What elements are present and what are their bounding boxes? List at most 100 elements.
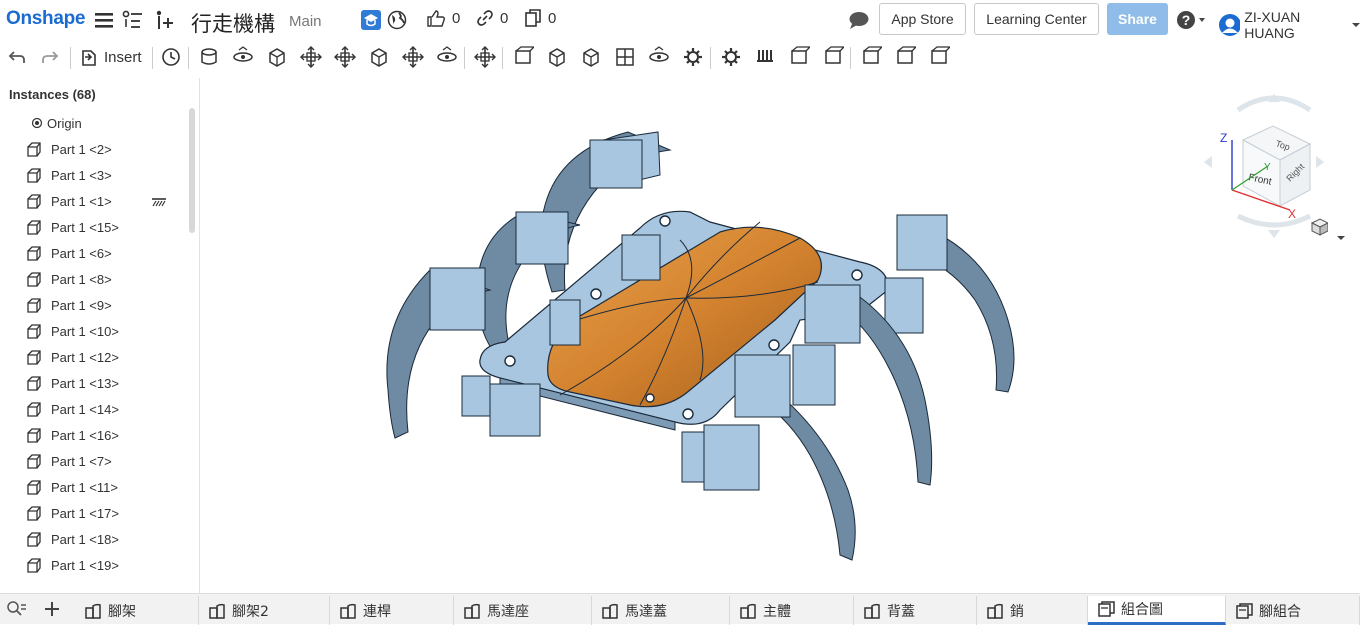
part-studio-icon	[340, 603, 358, 619]
linear-pattern-icon[interactable]	[580, 46, 602, 68]
tab-part-studio[interactable]: 腳架2	[199, 596, 330, 625]
hamburger-menu-icon[interactable]	[93, 9, 115, 31]
measure-icon[interactable]	[860, 46, 882, 68]
view-cube-menu-icon[interactable]	[1310, 218, 1330, 236]
instance-row[interactable]: Part 1 <18>	[0, 526, 190, 552]
rack-relation-icon[interactable]	[754, 46, 776, 68]
parallel-mate-icon[interactable]	[436, 46, 458, 68]
instance-row[interactable]: Part 1 <19>	[0, 552, 190, 578]
tab-part-studio[interactable]: 連桿	[330, 596, 454, 625]
instance-row[interactable]: Part 1 <7>	[0, 448, 190, 474]
comments-icon[interactable]	[848, 9, 870, 31]
tab-part-studio[interactable]: 主體	[730, 596, 854, 625]
insert-icon	[82, 50, 96, 66]
cylindrical-mate-icon[interactable]	[334, 46, 356, 68]
group-icon[interactable]	[512, 46, 534, 68]
likes-counter[interactable]: 0	[426, 9, 460, 27]
part-studio-icon	[602, 603, 620, 619]
tab-part-studio[interactable]: 馬達座	[454, 596, 592, 625]
add-tab-icon[interactable]	[43, 600, 61, 623]
tab-assembly[interactable]: 組合圖	[1088, 596, 1226, 625]
instance-row[interactable]: Part 1 <12>	[0, 344, 190, 370]
instances-scrollbar[interactable]	[189, 108, 195, 233]
instance-row[interactable]: Part 1 <3>	[0, 162, 190, 188]
branch-name[interactable]: Main	[289, 13, 322, 30]
section-view-icon[interactable]	[894, 46, 916, 68]
motor-mount-back[interactable]	[621, 234, 661, 281]
tab-part-studio[interactable]: 銷	[977, 596, 1088, 625]
part-icon	[26, 193, 42, 209]
instance-row[interactable]: Part 1 <15>	[0, 214, 190, 240]
instance-row[interactable]: Part 1 <16>	[0, 422, 190, 448]
instance-row[interactable]: Part 1 <6>	[0, 240, 190, 266]
instance-row[interactable]: Part 1 <2>	[0, 136, 190, 162]
view-cube[interactable]: Top Front Right Z X Y	[1198, 88, 1330, 238]
user-menu[interactable]: ZI-XUAN HUANG	[1218, 9, 1360, 41]
feature-list-icon[interactable]	[122, 9, 144, 31]
planar-mate-icon[interactable]	[300, 46, 322, 68]
instance-row[interactable]: Part 1 <10>	[0, 318, 190, 344]
app-store-button[interactable]: App Store	[879, 3, 966, 35]
tab-label: 腳架2	[232, 603, 269, 620]
assembly-toolbar: Insert	[0, 38, 1360, 372]
instance-label: Part 1 <15>	[51, 219, 119, 235]
tab-assembly[interactable]: 腳組合	[1226, 596, 1360, 625]
assembly-model[interactable]	[201, 78, 1360, 593]
part-icon	[26, 479, 42, 495]
insert-button[interactable]: Insert	[80, 47, 142, 67]
view-menu-chevron-icon[interactable]	[1336, 228, 1346, 246]
rotate-right-arrow[interactable]	[1316, 156, 1324, 168]
orientation-cube[interactable]: Top Front Right	[1241, 125, 1312, 207]
part-studio-icon	[864, 603, 882, 619]
circular-pattern-icon[interactable]	[614, 46, 636, 68]
instance-row[interactable]: Part 1 <11>	[0, 474, 190, 500]
gear-relation-icon[interactable]	[720, 46, 742, 68]
tab-part-studio[interactable]: 背蓋	[854, 596, 977, 625]
fastened-mate-icon[interactable]	[198, 46, 220, 68]
named-positions-icon[interactable]	[682, 46, 704, 68]
history-icon[interactable]	[160, 46, 182, 68]
links-counter[interactable]: 0	[476, 9, 508, 27]
education-icon[interactable]	[360, 9, 382, 31]
instance-row[interactable]: Part 1 <1>	[0, 188, 190, 214]
pin-slot-mate-icon[interactable]	[368, 46, 390, 68]
undo-icon[interactable]	[6, 46, 28, 68]
motor-mount-middle[interactable]	[549, 299, 581, 346]
screw-relation-icon[interactable]	[788, 46, 810, 68]
instance-row[interactable]: Part 1 <8>	[0, 266, 190, 292]
ball-mate-icon[interactable]	[402, 46, 424, 68]
help-menu-icon[interactable]: ?	[1176, 9, 1208, 31]
linear-relation-icon[interactable]	[822, 46, 844, 68]
revolute-mate-icon[interactable]	[232, 46, 254, 68]
instance-row[interactable]: Part 1 <17>	[0, 500, 190, 526]
instance-label: Part 1 <18>	[51, 531, 119, 547]
instance-label: Part 1 <16>	[51, 427, 119, 443]
tab-list-menu-icon[interactable]	[6, 601, 26, 622]
rotate-down-arrow[interactable]	[1268, 230, 1280, 238]
graphics-viewport[interactable]	[201, 78, 1360, 593]
display-states-icon[interactable]	[928, 46, 950, 68]
mate-connector-icon[interactable]	[474, 46, 496, 68]
slider-mate-icon[interactable]	[266, 46, 288, 68]
instance-row[interactable]: Part 1 <14>	[0, 396, 190, 422]
motor-front-left[interactable]	[461, 375, 541, 437]
instance-row[interactable]: Origin	[0, 110, 190, 136]
instance-label: Part 1 <7>	[51, 453, 112, 469]
learning-center-button[interactable]: Learning Center	[974, 3, 1099, 35]
redo-icon[interactable]	[39, 46, 61, 68]
share-button[interactable]: Share	[1107, 3, 1168, 35]
tab-part-studio[interactable]: 腳架	[75, 596, 199, 625]
tab-part-studio[interactable]: 馬達蓋	[592, 596, 730, 625]
add-feature-icon[interactable]	[153, 9, 175, 31]
copies-counter[interactable]: 0	[524, 9, 556, 27]
roll-arc[interactable]	[1236, 95, 1312, 113]
globe-icon[interactable]	[386, 9, 408, 31]
replicate-icon[interactable]	[546, 46, 568, 68]
instance-row[interactable]: Part 1 <13>	[0, 370, 190, 396]
exploded-view-icon[interactable]	[648, 46, 670, 68]
document-title[interactable]: 行走機構	[191, 8, 275, 38]
onshape-logo[interactable]: Onshape	[6, 8, 86, 30]
instance-row[interactable]: Part 1 <9>	[0, 292, 190, 318]
rotate-left-arrow[interactable]	[1204, 156, 1212, 168]
links-count: 0	[500, 9, 509, 27]
